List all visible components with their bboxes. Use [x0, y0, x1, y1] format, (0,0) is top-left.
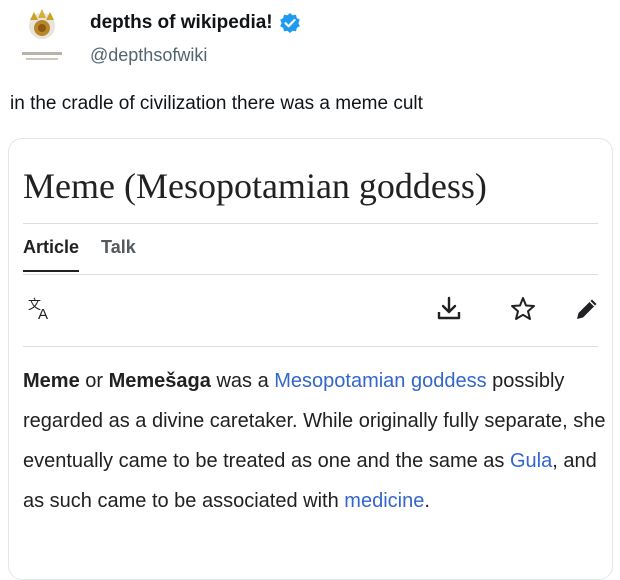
download-icon[interactable] [435, 295, 463, 323]
title-divider [23, 223, 598, 224]
link-gula[interactable]: Gula [510, 450, 552, 472]
tweet-header: depths of wikipedia! @depthsofwiki [12, 6, 608, 70]
body-text: . [424, 490, 430, 512]
display-name[interactable]: depths of wikipedia! [90, 12, 301, 34]
handle[interactable]: @depthsofwiki [90, 45, 207, 66]
article-tabs: Article Talk [23, 237, 136, 272]
tabs-divider [23, 274, 598, 275]
pencil-icon[interactable] [573, 295, 601, 323]
avatar[interactable] [20, 8, 72, 66]
star-icon[interactable] [509, 295, 537, 323]
toolbar-divider [23, 346, 598, 347]
article-body: Meme or Memešaga was a Mesopotamian godd… [23, 361, 608, 521]
display-name-text: depths of wikipedia! [90, 12, 273, 33]
bold-term-meme: Meme [23, 370, 80, 392]
article-title: Meme (Mesopotamian goddess) [23, 166, 487, 206]
verified-badge-icon [279, 12, 301, 34]
article-toolbar: 文 A [23, 289, 598, 329]
tab-talk[interactable]: Talk [101, 237, 136, 272]
tab-article[interactable]: Article [23, 237, 80, 272]
tweet-text: in the cradle of civilization there was … [10, 93, 423, 114]
body-text: was a [210, 370, 275, 392]
body-text: or [79, 370, 109, 392]
link-medicine[interactable]: medicine [344, 490, 424, 512]
link-mesopotamian-goddess[interactable]: Mesopotamian goddess [274, 370, 486, 392]
translate-icon[interactable]: 文 A [27, 295, 55, 323]
bold-term-memesaga: Memešaga [108, 370, 211, 392]
wikipedia-card[interactable]: Meme (Mesopotamian goddess) Article Talk… [8, 138, 613, 580]
svg-text:A: A [38, 306, 48, 323]
